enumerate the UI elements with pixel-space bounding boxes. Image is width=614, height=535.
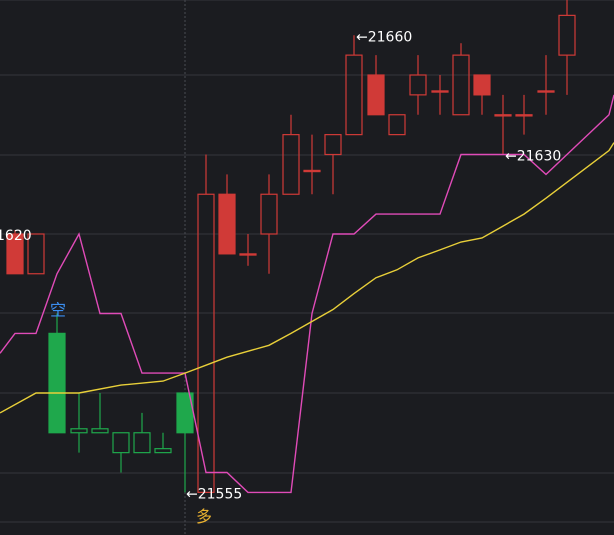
candle-body — [515, 114, 533, 117]
price-annotation: ←21555 — [186, 486, 242, 502]
candle-body — [494, 114, 512, 117]
candle-body — [537, 90, 555, 93]
candle-body — [303, 169, 321, 173]
price-annotation: ←21630 — [505, 149, 561, 165]
chart-background — [0, 0, 614, 535]
candlestick-chart: 1620 ←21660 ←21630 ←21555 空多 — [0, 0, 614, 535]
price-annotation: 1620 — [0, 228, 32, 244]
candle-body — [473, 74, 491, 96]
long-signal-label: 多 — [196, 507, 212, 526]
candle-body — [48, 332, 66, 434]
candle-body — [431, 90, 449, 93]
candle-body — [367, 74, 385, 116]
short-signal-label: 空 — [50, 301, 66, 320]
candle-body — [218, 193, 236, 255]
price-annotation: ←21660 — [356, 29, 412, 45]
candle-body — [239, 253, 257, 256]
